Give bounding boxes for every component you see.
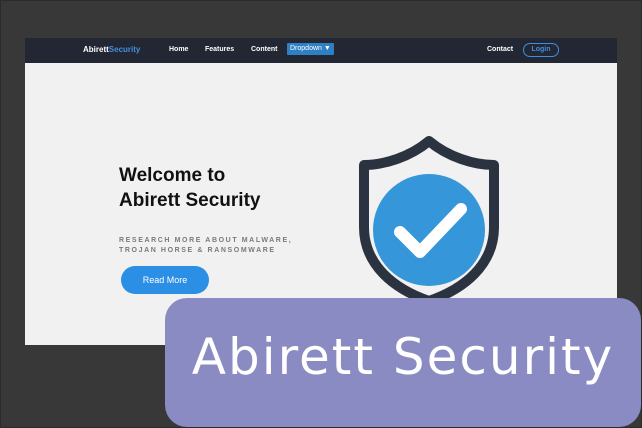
nav-link-home[interactable]: Home bbox=[169, 46, 188, 53]
nav-dropdown[interactable]: Dropdown ▼ bbox=[287, 43, 334, 55]
nav-link-contact[interactable]: Contact bbox=[487, 46, 513, 53]
overlay-title: Abirett Security bbox=[191, 328, 615, 386]
shield-check-icon bbox=[359, 136, 499, 305]
hero-title-line2: Abirett Security bbox=[119, 190, 261, 211]
read-more-button[interactable]: Read More bbox=[121, 266, 209, 294]
screenshot-frame: AbirettSecurity Home Features Content Dr… bbox=[0, 0, 642, 428]
brand-accent: Security bbox=[108, 45, 141, 54]
hero-title-line1: Welcome to bbox=[119, 165, 226, 186]
login-button[interactable]: Login bbox=[523, 43, 559, 57]
brand-name: Abirett bbox=[83, 45, 109, 54]
hero-subtitle-line2: TROJAN HORSE & RANSOMWARE bbox=[119, 247, 276, 254]
nav-link-features[interactable]: Features bbox=[205, 46, 234, 53]
brand-logo[interactable]: AbirettSecurity bbox=[83, 45, 140, 54]
hero-title: Welcome to Abirett Security bbox=[119, 163, 339, 213]
overlay-banner: Abirett Security bbox=[165, 298, 641, 427]
nav-link-content[interactable]: Content bbox=[251, 46, 277, 53]
hero-subtitle: RESEARCH MORE ABOUT MALWARE, TROJAN HORS… bbox=[119, 236, 339, 256]
hero-subtitle-line1: RESEARCH MORE ABOUT MALWARE, bbox=[119, 237, 293, 244]
navbar: AbirettSecurity Home Features Content Dr… bbox=[25, 38, 617, 63]
